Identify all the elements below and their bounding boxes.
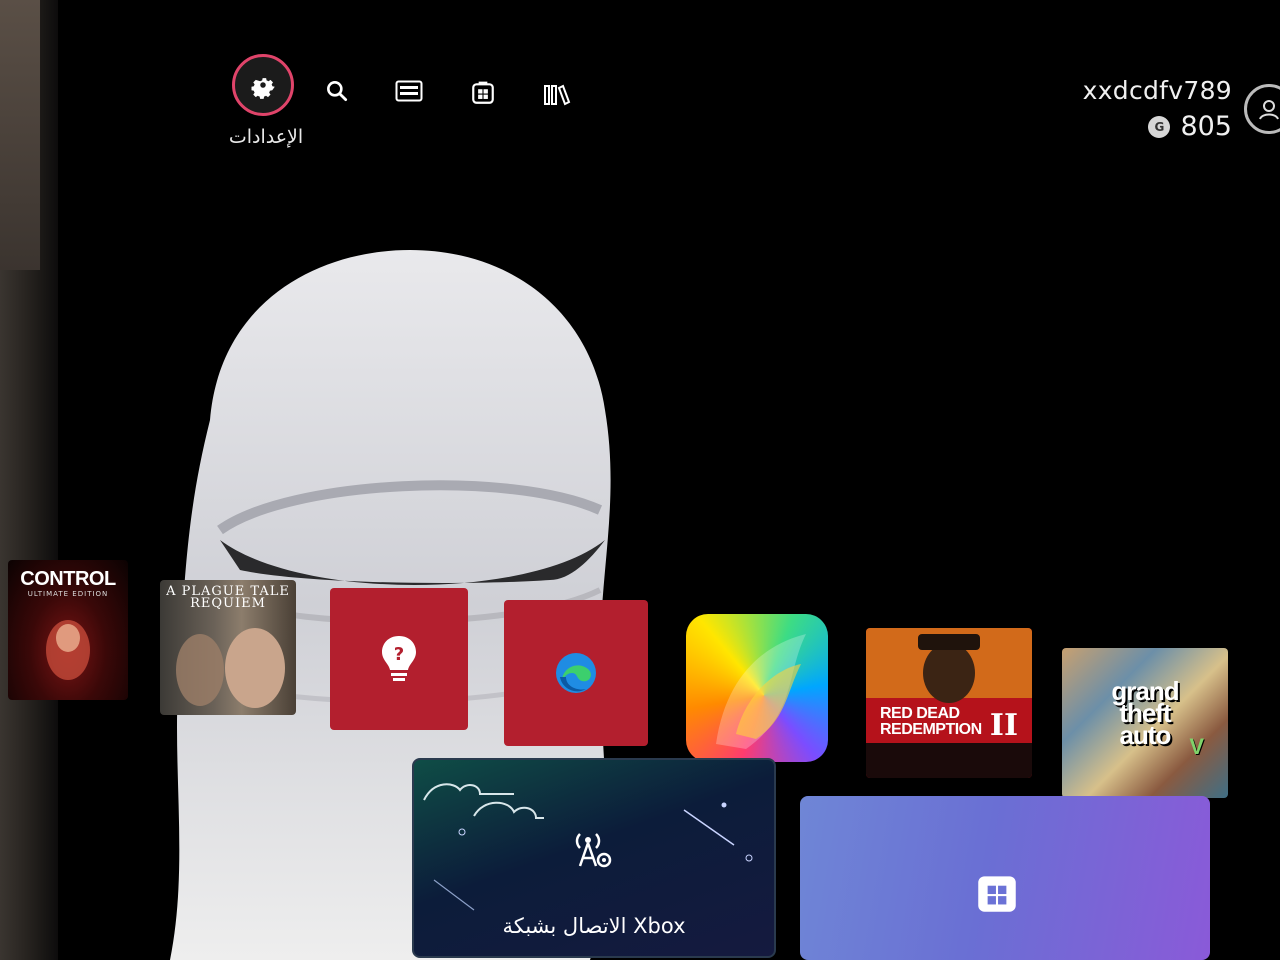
- tile-numeral: V: [1189, 734, 1204, 759]
- library-icon: [544, 84, 571, 106]
- tile-tips[interactable]: ?: [330, 588, 468, 730]
- screen-bezel-edge: [0, 0, 58, 960]
- person-icon: [1259, 100, 1279, 120]
- gamerscore: G 805: [1083, 111, 1232, 142]
- store-icon: [472, 81, 494, 104]
- tile-edge[interactable]: [504, 600, 648, 746]
- tile-plague-tale[interactable]: A PLAGUE TALE REQUIEM: [160, 580, 296, 715]
- gamertag: xxdcdfv789: [1082, 76, 1232, 105]
- search-icon: [327, 81, 348, 102]
- game-pass-button[interactable]: [382, 64, 436, 118]
- tile-paint-app[interactable]: [686, 614, 828, 762]
- tile-control[interactable]: CONTROL ULTIMATE EDITION: [8, 560, 128, 700]
- gear-icon: [251, 78, 275, 99]
- tile-red-dead-redemption-2[interactable]: RED DEAD REDEMPTION II: [866, 628, 1032, 778]
- store-icon: [978, 876, 1016, 912]
- tile-title-line: REDEMPTION: [880, 721, 982, 738]
- network-connect-label: الاتصال بشبكة Xbox: [502, 914, 686, 938]
- tile-gta-v[interactable]: grand theft auto V: [1062, 648, 1228, 798]
- svg-text:?: ?: [394, 644, 404, 665]
- tile-art: [176, 628, 285, 708]
- network-settings-icon: [575, 833, 612, 868]
- tile-title-line: RED DEAD: [880, 705, 960, 722]
- settings-label: الإعدادات: [228, 126, 304, 148]
- game-pass-icon: [395, 80, 423, 102]
- network-connect-card[interactable]: الاتصال بشبكة Xbox: [412, 758, 776, 958]
- store-button[interactable]: [456, 66, 510, 120]
- edge-browser-icon: [556, 653, 596, 693]
- library-button[interactable]: [530, 68, 584, 122]
- tile-art: [46, 620, 90, 680]
- tile-art: [866, 628, 1032, 778]
- paint-app-icon: [716, 634, 806, 749]
- store-card[interactable]: [800, 796, 1210, 960]
- search-button[interactable]: [310, 64, 364, 118]
- gamerscore-icon: G: [1148, 115, 1171, 138]
- lightbulb-question-icon: ?: [382, 636, 416, 681]
- tile-numeral: II: [989, 708, 1018, 743]
- tile-title: RED DEAD REDEMPTION: [880, 706, 1000, 738]
- settings-button[interactable]: [232, 54, 294, 116]
- user-info[interactable]: xxdcdfv789 G 805: [1083, 76, 1232, 142]
- profile-button[interactable]: [1244, 84, 1280, 134]
- gamerscore-value: 805: [1180, 111, 1232, 142]
